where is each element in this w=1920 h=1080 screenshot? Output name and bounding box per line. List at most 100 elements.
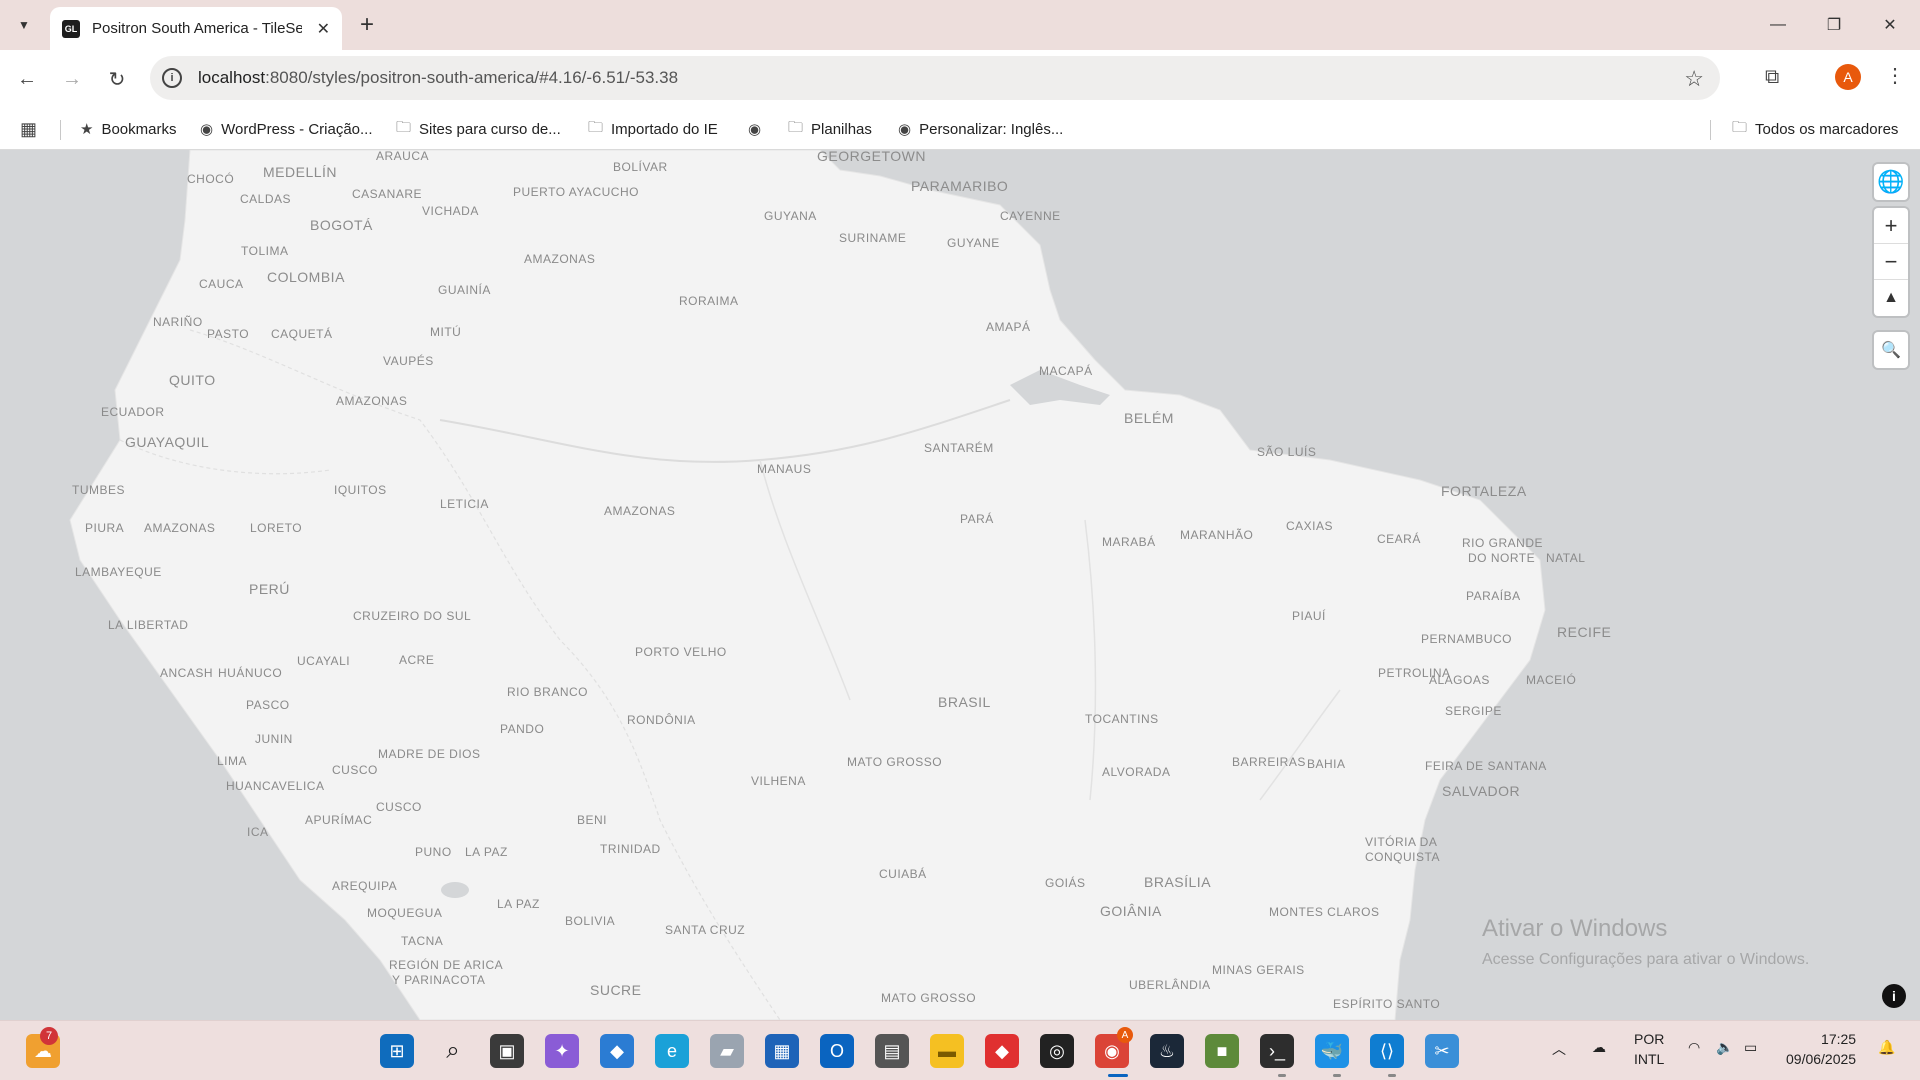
- new-tab-button[interactable]: +: [352, 10, 382, 40]
- bookmark-planilhas[interactable]: 🗀 Planilhas: [788, 116, 872, 142]
- bookmark-globe[interactable]: ◉: [748, 116, 769, 142]
- reload-icon: ↻: [108, 68, 126, 91]
- map-place-label: VICHADA: [422, 204, 479, 218]
- onedrive-cloud-icon[interactable]: ☁: [1592, 1039, 1606, 1056]
- map-place-label: ALVORADA: [1102, 765, 1171, 779]
- bookmark-all[interactable]: 🗀 Todos os marcadores: [1732, 116, 1898, 142]
- microsoft365-icon[interactable]: ◆: [600, 1034, 634, 1068]
- notifications-bell-icon[interactable]: 🔔: [1878, 1039, 1895, 1056]
- weather-badge: 7: [40, 1027, 58, 1045]
- terminal-icon[interactable]: ›_: [1260, 1034, 1294, 1068]
- apps-grid-icon[interactable]: ▦: [20, 116, 45, 142]
- map-place-label: BARREIRAS: [1232, 755, 1306, 769]
- bookmark-label: Bookmarks: [101, 120, 177, 138]
- clipboard-app-icon[interactable]: ▰: [710, 1034, 744, 1068]
- map-place-label: NATAL: [1546, 551, 1586, 565]
- minimize-button[interactable]: —: [1758, 10, 1798, 40]
- inspect-control[interactable]: 🔍: [1874, 332, 1908, 368]
- map-place-label: PERNAMBUCO: [1421, 632, 1513, 646]
- store-icon[interactable]: ▦: [765, 1034, 799, 1068]
- obs-icon[interactable]: ◎: [1040, 1034, 1074, 1068]
- compass-reset-button[interactable]: ▲: [1874, 280, 1908, 316]
- map-place-label: REGIÓN DE ARICA: [389, 958, 504, 972]
- map-place-label: VILHENA: [751, 774, 806, 788]
- map-place-label: CHOCÓ: [187, 172, 235, 186]
- map-place-label: CONQUISTA: [1365, 850, 1440, 864]
- map-place-label: RORAIMA: [679, 294, 739, 308]
- language-indicator[interactable]: POR INTL: [1634, 1029, 1664, 1069]
- magnifier-icon[interactable]: 🔍: [1874, 332, 1908, 368]
- map-place-label: QUITO: [169, 372, 216, 388]
- map-place-label: FEIRA DE SANTANA: [1425, 759, 1547, 773]
- extensions-puzzle-icon[interactable]: ⧉: [1765, 66, 1779, 89]
- bookmark-sites-curso[interactable]: 🗀 Sites para curso de...: [396, 116, 561, 142]
- docker-icon[interactable]: 🐳: [1315, 1034, 1349, 1068]
- volume-icon[interactable]: 🔈: [1716, 1039, 1733, 1056]
- map-place-label: MANAUS: [757, 462, 812, 476]
- map-place-label: BRASIL: [938, 694, 991, 710]
- bookmark-importado-ie[interactable]: 🗀 Importado do IE: [588, 116, 718, 142]
- reload-button[interactable]: ↻: [100, 62, 134, 96]
- folder-icon: 🗀: [396, 118, 412, 136]
- map-place-label: UBERLÂNDIA: [1129, 978, 1211, 992]
- battery-icon[interactable]: ▭: [1744, 1039, 1757, 1056]
- bookmark-star-icon[interactable]: ☆: [1684, 66, 1704, 92]
- task-view-icon[interactable]: ▣: [490, 1034, 524, 1068]
- edge-icon[interactable]: e: [655, 1034, 689, 1068]
- map-place-label: BENI: [577, 813, 608, 827]
- tray-overflow-chevron-icon[interactable]: ︿: [1552, 1039, 1566, 1059]
- map-place-label: PARAÍBA: [1466, 589, 1521, 603]
- attribution-info-button[interactable]: i: [1882, 984, 1906, 1008]
- globe-icon[interactable]: 🌐: [1874, 164, 1908, 200]
- anydesk-icon[interactable]: ◆: [985, 1034, 1019, 1068]
- bookmark-bookmarks[interactable]: ★ Bookmarks: [80, 116, 176, 142]
- globe-control[interactable]: 🌐: [1874, 164, 1908, 200]
- map-place-label: AMAPÁ: [986, 320, 1031, 334]
- restore-button[interactable]: ❐: [1814, 10, 1854, 40]
- bookmark-personalizar[interactable]: ◉ Personalizar: Inglês...: [898, 116, 1063, 142]
- close-window-button[interactable]: ✕: [1870, 10, 1910, 40]
- bookmark-wordpress[interactable]: ◉ WordPress - Criação...: [200, 116, 373, 142]
- vscode-icon[interactable]: ⟨⟩: [1370, 1034, 1404, 1068]
- zoom-in-button[interactable]: +: [1874, 208, 1908, 244]
- map-place-label: BOLÍVAR: [613, 160, 668, 174]
- zoom-out-button[interactable]: −: [1874, 244, 1908, 280]
- map-place-label: MACAPÁ: [1039, 364, 1093, 378]
- tab-search-button[interactable]: ▼: [7, 8, 41, 42]
- site-info-icon[interactable]: i: [162, 68, 182, 88]
- profile-avatar[interactable]: A: [1835, 64, 1861, 90]
- map-place-label: CUSCO: [376, 800, 422, 814]
- menu-kebab-icon[interactable]: ⋮: [1885, 63, 1905, 88]
- map-place-label: PASCO: [246, 698, 290, 712]
- forward-button[interactable]: →: [55, 62, 89, 96]
- tab-active[interactable]: GL Positron South America - TileSe ✕: [50, 7, 342, 50]
- file-explorer-icon[interactable]: ▬: [930, 1034, 964, 1068]
- map-place-label: PARAMARIBO: [911, 178, 1009, 194]
- map-place-label: AREQUIPA: [332, 879, 398, 893]
- snipping-tool-icon[interactable]: ✂: [1425, 1034, 1459, 1068]
- back-button[interactable]: ←: [10, 62, 44, 96]
- map-place-label: BOGOTÁ: [310, 217, 373, 233]
- copilot-icon[interactable]: ✦: [545, 1034, 579, 1068]
- map-place-label: LORETO: [250, 521, 303, 535]
- wifi-icon[interactable]: ◠: [1688, 1039, 1700, 1056]
- map-canvas[interactable]: SANTANDER ARAUCA APURE BOLÍVAR GEORGETOWN PAR…: [0, 150, 1920, 1020]
- windows-start-icon[interactable]: ⊞: [380, 1034, 414, 1068]
- tab-close-icon[interactable]: ✕: [317, 19, 330, 39]
- minecraft-icon[interactable]: ■: [1205, 1034, 1239, 1068]
- map-place-label: GUYANA: [764, 209, 817, 223]
- language-code: POR: [1634, 1031, 1665, 1047]
- map-place-label: BAHIA: [1307, 757, 1346, 771]
- bookmarks-divider: [1710, 120, 1711, 140]
- bookmark-label: Personalizar: Inglês...: [919, 120, 1064, 138]
- outlook-icon[interactable]: O: [820, 1034, 854, 1068]
- map-place-label: BRASÍLIA: [1144, 874, 1212, 890]
- system-clock[interactable]: 17:25 09/06/2025: [1786, 1029, 1856, 1069]
- search-icon[interactable]: ⌕: [436, 1034, 470, 1068]
- media-app-icon[interactable]: ▤: [875, 1034, 909, 1068]
- steam-icon[interactable]: ♨: [1150, 1034, 1184, 1068]
- address-bar[interactable]: i localhost:8080/styles/positron-south-a…: [150, 56, 1720, 100]
- chrome-profile-badge: A: [1117, 1027, 1133, 1043]
- map-place-label: SERGIPE: [1445, 704, 1502, 718]
- url-text[interactable]: localhost:8080/styles/positron-south-ame…: [198, 68, 678, 88]
